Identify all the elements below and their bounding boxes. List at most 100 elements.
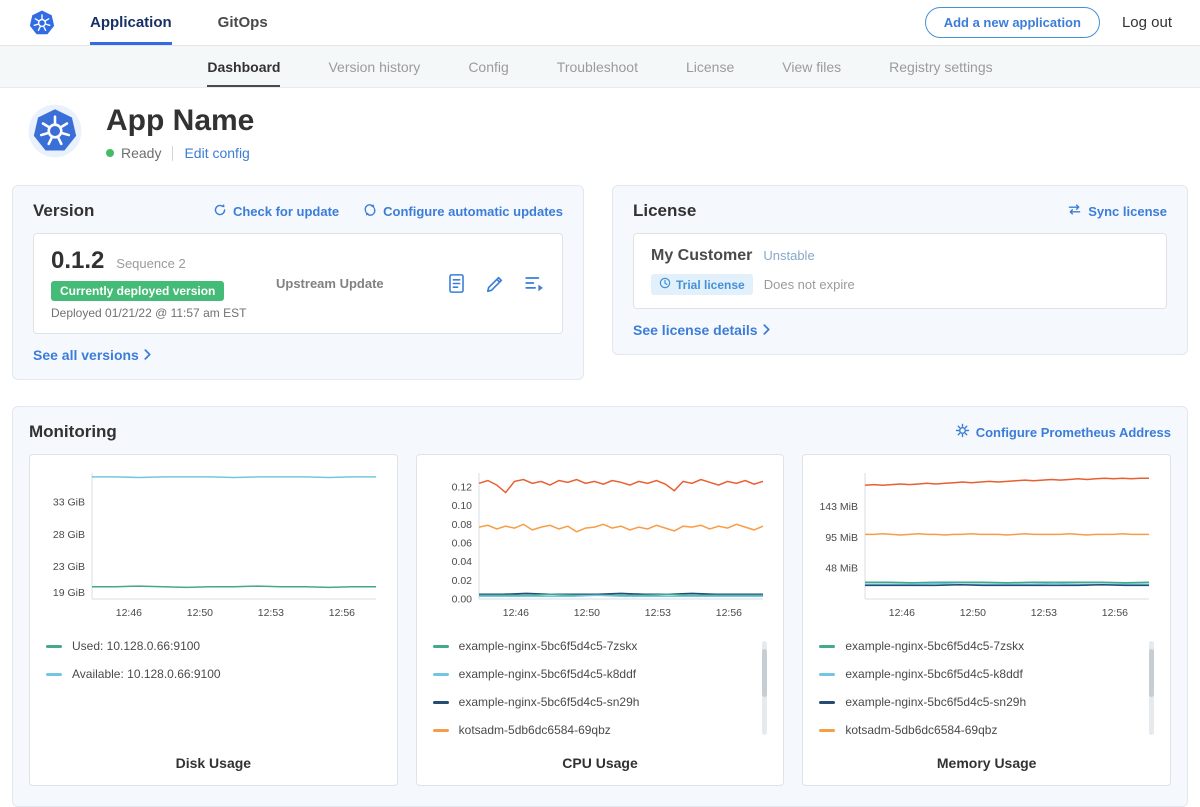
- legend-item: Available: 10.128.0.66:9100: [46, 667, 385, 681]
- status-dot-icon: [106, 149, 114, 157]
- legend-label: Available: 10.128.0.66:9100: [72, 667, 221, 681]
- divider: [172, 146, 173, 161]
- add-application-button[interactable]: Add a new application: [925, 7, 1100, 38]
- legend-item: example-nginx-5bc6f5d4c5-7zskx: [819, 639, 1158, 653]
- check-for-update-link[interactable]: Check for update: [213, 203, 339, 220]
- subnav-version-history[interactable]: Version history: [328, 46, 420, 87]
- svg-text:12:56: 12:56: [1102, 607, 1128, 619]
- chart-title: Disk Usage: [42, 745, 385, 771]
- legend-label: kotsadm-5db6dc6584-69qbz: [845, 723, 997, 737]
- legend-swatch: [819, 701, 835, 704]
- svg-text:12:46: 12:46: [889, 607, 915, 619]
- svg-text:0.06: 0.06: [451, 538, 472, 550]
- subnav-view-files[interactable]: View files: [782, 46, 841, 87]
- memory-usage-chart: 48 MiB95 MiB143 MiB12:4612:5012:5312:56: [815, 467, 1155, 625]
- license-card: License Sync license My Customer Unstabl…: [612, 185, 1188, 355]
- cpu-usage-chart: 0.000.020.040.060.080.100.1212:4612:5012…: [429, 467, 769, 625]
- legend-label: example-nginx-5bc6f5d4c5-sn29h: [459, 695, 640, 709]
- legend-swatch: [46, 645, 62, 648]
- chevron-right-icon: [763, 322, 770, 338]
- monitoring-card: Monitoring Configure: [12, 406, 1188, 807]
- legend-label: kotsadm-5db6dc6584-69qbz: [459, 723, 611, 737]
- scrollbar-thumb[interactable]: [1149, 649, 1154, 698]
- svg-text:143 MiB: 143 MiB: [820, 501, 859, 513]
- legend-scrollbar[interactable]: [1149, 641, 1154, 735]
- legend-item: example-nginx-5bc6f5d4c5-7zskx: [433, 639, 772, 653]
- memory-usage-legend: example-nginx-5bc6f5d4c5-7zskx example-ng…: [819, 639, 1158, 737]
- subnav-registry-settings[interactable]: Registry settings: [889, 46, 992, 87]
- app-subnav: Dashboard Version history Config Trouble…: [0, 46, 1200, 88]
- chart-title: CPU Usage: [429, 745, 772, 771]
- svg-text:12:50: 12:50: [573, 607, 599, 619]
- svg-text:19 GiB: 19 GiB: [53, 587, 85, 599]
- subnav-troubleshoot[interactable]: Troubleshoot: [557, 46, 638, 87]
- svg-text:12:56: 12:56: [715, 607, 741, 619]
- edit-config-link[interactable]: Edit config: [184, 145, 249, 161]
- legend-scrollbar[interactable]: [762, 641, 767, 735]
- tab-application[interactable]: Application: [90, 0, 172, 45]
- scrollbar-thumb[interactable]: [762, 649, 767, 698]
- legend-item: example-nginx-5bc6f5d4c5-sn29h: [433, 695, 772, 709]
- configure-automatic-updates-link[interactable]: Configure automatic updates: [363, 203, 563, 220]
- license-expiry: Does not expire: [764, 277, 855, 292]
- legend-label: example-nginx-5bc6f5d4c5-k8ddf: [845, 667, 1022, 681]
- trial-license-badge: Trial license: [651, 274, 753, 295]
- version-number: 0.1.2: [51, 247, 104, 274]
- see-all-versions-link[interactable]: See all versions: [33, 347, 151, 363]
- svg-text:12:53: 12:53: [258, 607, 284, 619]
- configure-prometheus-link[interactable]: Configure Prometheus Address: [955, 423, 1171, 441]
- top-navbar: Application GitOps Add a new application…: [0, 0, 1200, 46]
- chart-title: Memory Usage: [815, 745, 1158, 771]
- legend-label: example-nginx-5bc6f5d4c5-7zskx: [845, 639, 1024, 653]
- app-header: App Name Ready Edit config: [0, 88, 1200, 179]
- gear-icon: [955, 423, 970, 441]
- legend-label: example-nginx-5bc6f5d4c5-k8ddf: [459, 667, 636, 681]
- svg-text:0.02: 0.02: [451, 575, 472, 587]
- sync-icon: [1067, 203, 1082, 219]
- legend-label: example-nginx-5bc6f5d4c5-sn29h: [845, 695, 1026, 709]
- sync-license-link[interactable]: Sync license: [1067, 203, 1167, 219]
- legend-swatch: [819, 729, 835, 732]
- release-notes-icon[interactable]: [447, 273, 466, 294]
- svg-text:12:46: 12:46: [502, 607, 528, 619]
- svg-text:12:53: 12:53: [644, 607, 670, 619]
- memory-usage-panel: 48 MiB95 MiB143 MiB12:4612:5012:5312:56 …: [802, 454, 1171, 786]
- svg-text:0.04: 0.04: [451, 556, 472, 568]
- license-details-box: My Customer Unstable Trial license Does …: [633, 233, 1167, 309]
- channel-label: Unstable: [763, 248, 814, 263]
- license-card-title: License: [633, 201, 696, 221]
- svg-text:12:53: 12:53: [1031, 607, 1057, 619]
- subnav-license[interactable]: License: [686, 46, 734, 87]
- svg-text:0.00: 0.00: [451, 594, 472, 606]
- chevron-right-icon: [144, 347, 151, 363]
- svg-text:12:56: 12:56: [329, 607, 355, 619]
- see-license-details-link[interactable]: See license details: [633, 322, 770, 338]
- page-title: App Name: [106, 104, 254, 138]
- version-card: Version Check for update: [12, 185, 584, 380]
- legend-item: Used: 10.128.0.66:9100: [46, 639, 385, 653]
- legend-swatch: [819, 645, 835, 648]
- deploy-logs-icon[interactable]: [524, 274, 545, 293]
- svg-text:12:50: 12:50: [960, 607, 986, 619]
- svg-text:0.08: 0.08: [451, 519, 472, 531]
- refresh-icon: [213, 203, 227, 220]
- legend-label: example-nginx-5bc6f5d4c5-7zskx: [459, 639, 638, 653]
- legend-item: example-nginx-5bc6f5d4c5-k8ddf: [819, 667, 1158, 681]
- svg-text:0.12: 0.12: [451, 482, 472, 494]
- subnav-dashboard[interactable]: Dashboard: [207, 46, 280, 87]
- cpu-usage-legend: example-nginx-5bc6f5d4c5-7zskx example-ng…: [433, 639, 772, 737]
- app-status-label: Ready: [121, 145, 161, 161]
- version-card-title: Version: [33, 201, 94, 221]
- legend-item: kotsadm-5db6dc6584-69qbz: [433, 723, 772, 737]
- legend-swatch: [433, 673, 449, 676]
- deployed-version-badge: Currently deployed version: [51, 281, 224, 301]
- logout-link[interactable]: Log out: [1122, 14, 1172, 31]
- legend-swatch: [433, 701, 449, 704]
- svg-text:48 MiB: 48 MiB: [826, 562, 859, 574]
- tab-gitops[interactable]: GitOps: [218, 0, 268, 45]
- app-logo-icon: [28, 104, 82, 161]
- subnav-config[interactable]: Config: [468, 46, 508, 87]
- kubernetes-logo-icon[interactable]: [28, 0, 56, 45]
- legend-label: Used: 10.128.0.66:9100: [72, 639, 200, 653]
- edit-config-icon[interactable]: [485, 274, 505, 294]
